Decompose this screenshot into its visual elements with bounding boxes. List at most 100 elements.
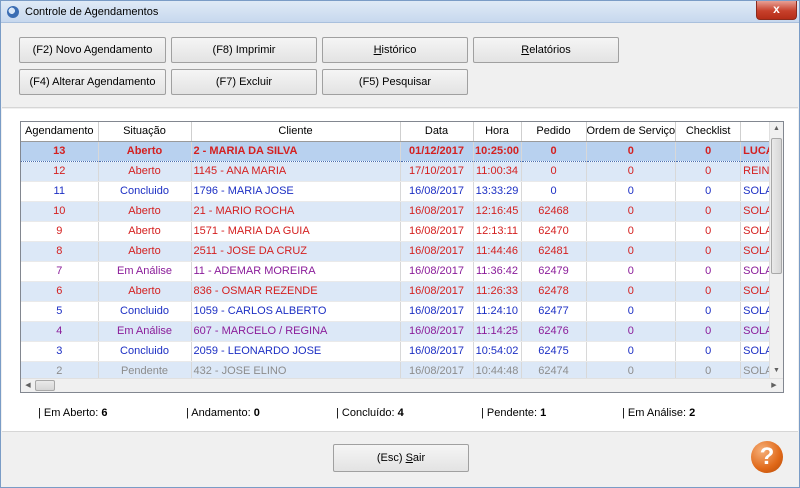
cell-checklist: 0 bbox=[675, 321, 742, 342]
cell-situacao: Aberto bbox=[98, 221, 192, 242]
scroll-down-icon[interactable]: ▼ bbox=[770, 364, 783, 378]
cell-cliente: 2511 - JOSE DA CRUZ bbox=[191, 241, 401, 262]
cell-ordem-servico: 0 bbox=[586, 341, 677, 362]
status-em-analise: | Em Análise: 2 bbox=[622, 407, 696, 419]
table-row[interactable]: 10 Aberto 21 - MARIO ROCHA 16/08/2017 12:16:… bbox=[21, 201, 778, 222]
cell-ordem-servico: 0 bbox=[586, 161, 677, 182]
window-title: Controle de Agendamentos bbox=[25, 6, 159, 18]
cell-pedido: 62470 bbox=[521, 221, 587, 242]
vertical-scrollbar[interactable]: ▲ ▼ bbox=[769, 122, 783, 392]
cell-ordem-servico: 0 bbox=[586, 321, 677, 342]
cell-checklist: 0 bbox=[675, 201, 742, 222]
cell-checklist: 0 bbox=[675, 301, 742, 322]
column-header-cliente[interactable]: Cliente bbox=[191, 122, 401, 142]
cell-data: 16/08/2017 bbox=[400, 321, 474, 342]
appointments-table: Agendamento Situação Cliente Data Hora P… bbox=[21, 122, 778, 382]
column-header-agendamento[interactable]: Agendamento bbox=[21, 122, 99, 142]
footer-panel: (Esc) Sair bbox=[2, 431, 798, 487]
scroll-left-icon[interactable]: ◀ bbox=[21, 379, 35, 392]
help-icon[interactable]: ? bbox=[751, 441, 783, 473]
cell-cliente: 21 - MARIO ROCHA bbox=[191, 201, 401, 222]
cell-situacao: Aberto bbox=[98, 241, 192, 262]
scroll-right-icon[interactable]: ▶ bbox=[767, 379, 781, 392]
column-header-situacao[interactable]: Situação bbox=[98, 122, 192, 142]
app-icon bbox=[7, 6, 19, 18]
reports-button[interactable]: Relatórios bbox=[473, 37, 619, 63]
table-row[interactable]: 12 Aberto 1145 - ANA MARIA 17/10/2017 11:00:… bbox=[21, 161, 778, 182]
delete-button[interactable]: (F7) Excluir bbox=[171, 69, 317, 95]
cell-agendamento: 8 bbox=[21, 241, 99, 262]
table-row[interactable]: 11 Concluido 1796 - MARIA JOSE 16/08/2017 13… bbox=[21, 181, 778, 202]
history-button[interactable]: Histórico bbox=[322, 37, 468, 63]
table-header: Agendamento Situação Cliente Data Hora P… bbox=[21, 122, 778, 142]
cell-ordem-servico: 0 bbox=[586, 261, 677, 282]
cell-hora: 11:26:33 bbox=[473, 281, 522, 302]
cell-ordem-servico: 0 bbox=[586, 301, 677, 322]
cell-pedido: 62476 bbox=[521, 321, 587, 342]
cell-ordem-servico: 0 bbox=[586, 181, 677, 202]
cell-data: 16/08/2017 bbox=[400, 261, 474, 282]
cell-data: 16/08/2017 bbox=[400, 221, 474, 242]
cell-hora: 12:13:11 bbox=[473, 221, 522, 242]
cell-agendamento: 13 bbox=[21, 140, 99, 162]
horizontal-scrollbar[interactable]: ◀ ▶ bbox=[21, 378, 783, 392]
cell-hora: 11:24:10 bbox=[473, 301, 522, 322]
status-pendente: | Pendente: 1 bbox=[481, 407, 547, 419]
cell-ordem-servico: 0 bbox=[586, 201, 677, 222]
table-row[interactable]: 8 Aberto 2511 - JOSE DA CRUZ 16/08/2017 11:4… bbox=[21, 241, 778, 262]
column-header-checklist[interactable]: Checklist bbox=[675, 122, 742, 142]
cell-ordem-servico: 0 bbox=[586, 221, 677, 242]
scroll-up-icon[interactable]: ▲ bbox=[770, 122, 783, 136]
cell-checklist: 0 bbox=[675, 140, 742, 162]
cell-cliente: 11 - ADEMAR MOREIRA bbox=[191, 261, 401, 282]
cell-agendamento: 6 bbox=[21, 281, 99, 302]
table-row[interactable]: 9 Aberto 1571 - MARIA DA GUIA 16/08/2017 12:… bbox=[21, 221, 778, 242]
horizontal-scroll-thumb[interactable] bbox=[35, 380, 55, 391]
search-button[interactable]: (F5) Pesquisar bbox=[322, 69, 468, 95]
column-header-ordem-servico[interactable]: Ordem de Serviço bbox=[586, 122, 677, 142]
cell-situacao: Concluido bbox=[98, 341, 192, 362]
table-row[interactable]: 7 Em Análise 11 - ADEMAR MOREIRA 16/08/2017… bbox=[21, 261, 778, 282]
cell-pedido: 0 bbox=[521, 181, 587, 202]
column-header-data[interactable]: Data bbox=[400, 122, 474, 142]
print-button[interactable]: (F8) Imprimir bbox=[171, 37, 317, 63]
cell-data: 16/08/2017 bbox=[400, 181, 474, 202]
cell-ordem-servico: 0 bbox=[586, 241, 677, 262]
cell-checklist: 0 bbox=[675, 281, 742, 302]
new-appointment-button[interactable]: (F2) Novo Agendamento bbox=[19, 37, 166, 63]
cell-pedido: 0 bbox=[521, 161, 587, 182]
status-concluido: | Concluído: 4 bbox=[336, 407, 404, 419]
table-row[interactable]: 13 Aberto 2 - MARIA DA SILVA 01/12/2017 10:2… bbox=[21, 140, 778, 162]
table-row[interactable]: 3 Concluido 2059 - LEONARDO JOSE 16/08/2017… bbox=[21, 341, 778, 362]
cell-situacao: Em Análise bbox=[98, 321, 192, 342]
cell-data: 16/08/2017 bbox=[400, 241, 474, 262]
cell-data: 16/08/2017 bbox=[400, 281, 474, 302]
column-header-hora[interactable]: Hora bbox=[473, 122, 522, 142]
cell-checklist: 0 bbox=[675, 241, 742, 262]
cell-pedido: 0 bbox=[521, 140, 587, 162]
cell-pedido: 62481 bbox=[521, 241, 587, 262]
vertical-scroll-thumb[interactable] bbox=[771, 138, 782, 274]
edit-appointment-button[interactable]: (F4) Alterar Agendamento bbox=[19, 69, 166, 95]
cell-agendamento: 7 bbox=[21, 261, 99, 282]
exit-button[interactable]: (Esc) Sair bbox=[333, 444, 469, 472]
cell-pedido: 62468 bbox=[521, 201, 587, 222]
cell-hora: 13:33:29 bbox=[473, 181, 522, 202]
title-bar[interactable]: Controle de Agendamentos x bbox=[1, 1, 799, 23]
table-row[interactable]: 4 Em Análise 607 - MARCELO / REGINA 16/08/2… bbox=[21, 321, 778, 342]
close-button[interactable]: x bbox=[756, 1, 797, 20]
cell-situacao: Aberto bbox=[98, 140, 192, 162]
cell-situacao: Em Análise bbox=[98, 261, 192, 282]
cell-cliente: 2059 - LEONARDO JOSE bbox=[191, 341, 401, 362]
cell-hora: 11:36:42 bbox=[473, 261, 522, 282]
cell-hora: 10:54:02 bbox=[473, 341, 522, 362]
cell-cliente: 1059 - CARLOS ALBERTO bbox=[191, 301, 401, 322]
cell-hora: 10:25:00 bbox=[473, 140, 522, 162]
appointments-grid[interactable]: Agendamento Situação Cliente Data Hora P… bbox=[20, 121, 784, 393]
content-area: Agendamento Situação Cliente Data Hora P… bbox=[2, 109, 798, 431]
table-row[interactable]: 5 Concluido 1059 - CARLOS ALBERTO 16/08/201… bbox=[21, 301, 778, 322]
table-row[interactable]: 6 Aberto 836 - OSMAR REZENDE 16/08/2017 11:2… bbox=[21, 281, 778, 302]
cell-cliente: 1796 - MARIA JOSE bbox=[191, 181, 401, 202]
cell-pedido: 62479 bbox=[521, 261, 587, 282]
column-header-pedido[interactable]: Pedido bbox=[521, 122, 587, 142]
